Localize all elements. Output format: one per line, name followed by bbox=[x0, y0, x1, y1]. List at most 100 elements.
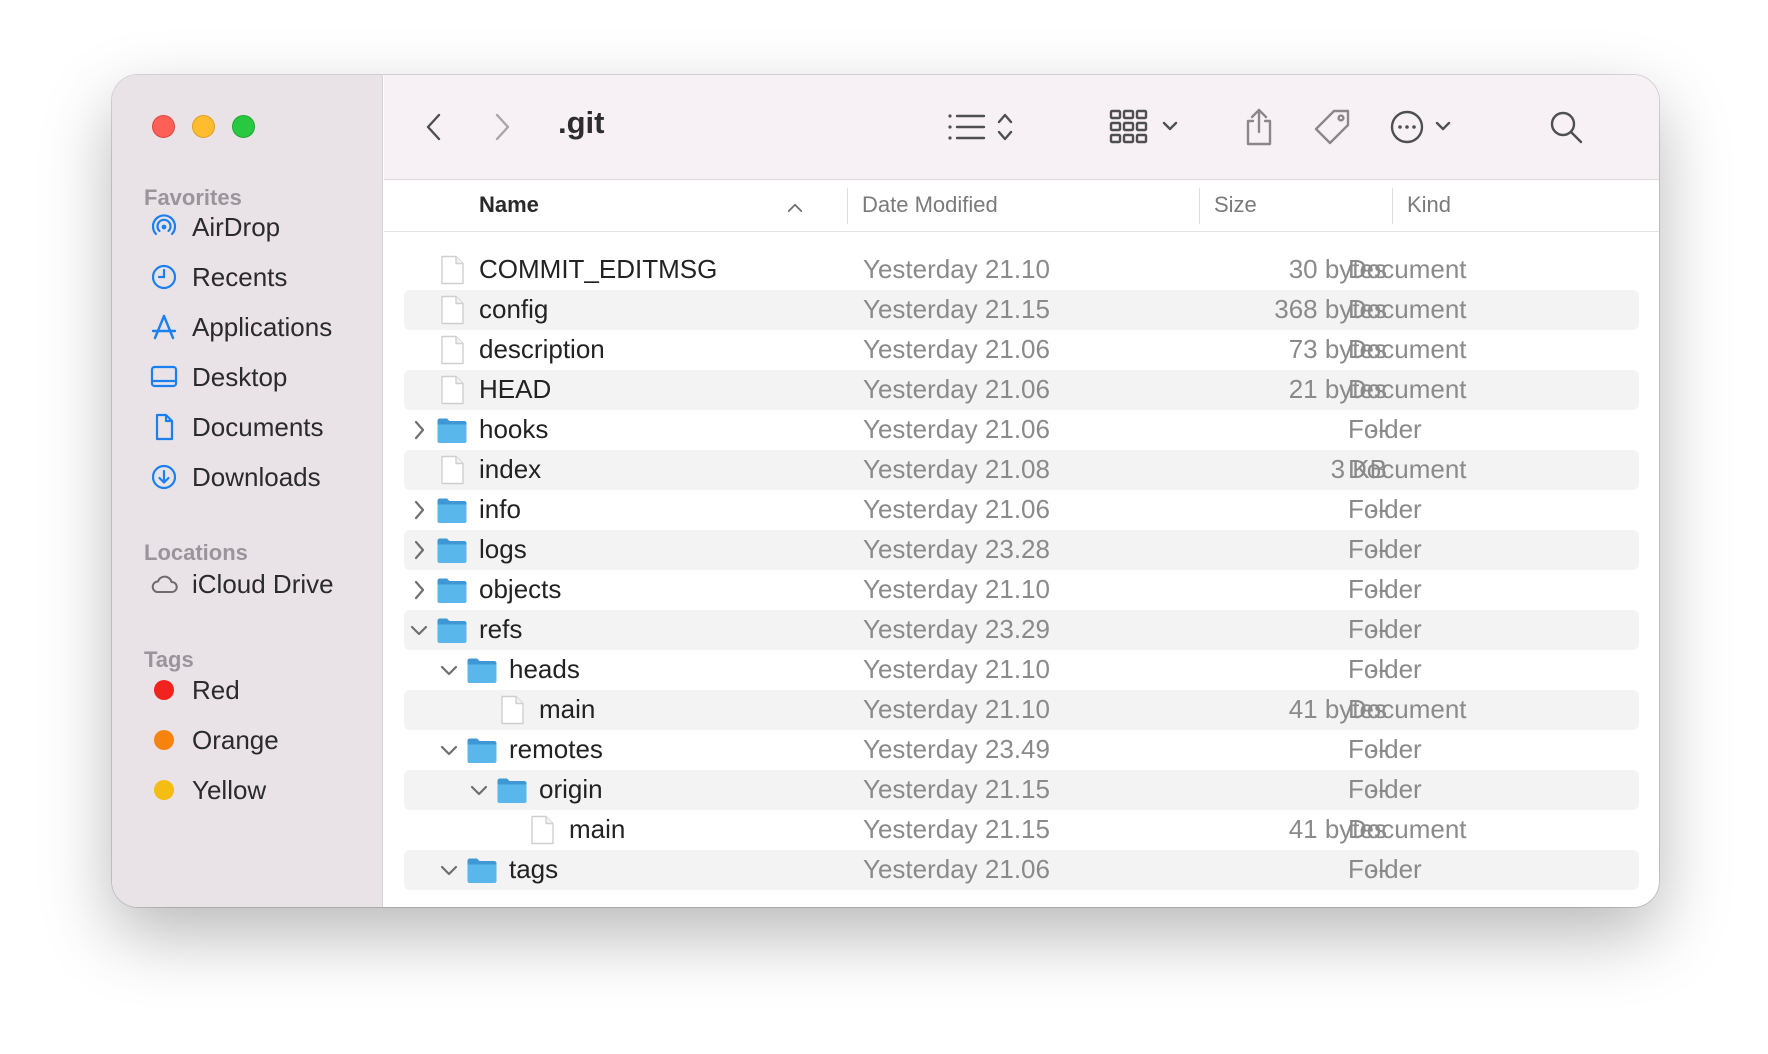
sidebar-item-applications[interactable]: Applications bbox=[148, 307, 332, 347]
cloud-icon bbox=[148, 568, 180, 600]
column-divider[interactable] bbox=[1199, 188, 1200, 224]
column-divider[interactable] bbox=[1392, 188, 1393, 224]
disclosure-expanded-icon[interactable] bbox=[469, 778, 489, 802]
finder-window: Favorites AirDrop Recents Applications D… bbox=[112, 75, 1659, 907]
sidebar-tag-orange[interactable]: Orange bbox=[148, 720, 279, 760]
folder-row[interactable]: remotes Yesterday 23.49 -- Folder bbox=[404, 730, 1639, 770]
sidebar-item-label: Red bbox=[192, 674, 240, 705]
folder-icon bbox=[436, 615, 468, 645]
file-name: objects bbox=[479, 574, 562, 604]
file-name: main bbox=[569, 814, 626, 844]
column-date-header[interactable]: Date Modified bbox=[862, 192, 998, 218]
folder-row[interactable]: heads Yesterday 21.10 -- Folder bbox=[404, 650, 1639, 690]
disclosure-expanded-icon[interactable] bbox=[409, 618, 429, 642]
file-icon bbox=[436, 295, 468, 325]
disclosure-collapsed-icon[interactable] bbox=[409, 498, 429, 522]
folder-row[interactable]: objects Yesterday 21.10 -- Folder bbox=[404, 570, 1639, 610]
ellipsis-circle-icon bbox=[1390, 110, 1451, 144]
date-modified: Yesterday 23.29 bbox=[863, 614, 1050, 644]
grid-icon bbox=[1109, 109, 1178, 144]
folder-row[interactable]: hooks Yesterday 21.06 -- Folder bbox=[404, 410, 1639, 450]
tag-button[interactable] bbox=[1310, 103, 1354, 151]
sidebar-item-label: Desktop bbox=[192, 361, 288, 392]
date-modified: Yesterday 23.28 bbox=[863, 534, 1050, 564]
window-title: .git bbox=[558, 105, 605, 140]
file-icon bbox=[496, 695, 528, 725]
file-row[interactable]: config Yesterday 21.15 368 bytes Document bbox=[404, 290, 1639, 330]
folder-row[interactable]: refs Yesterday 23.29 -- Folder bbox=[404, 610, 1639, 650]
sidebar-item-desktop[interactable]: Desktop bbox=[148, 357, 287, 397]
file-kind: Folder bbox=[1348, 614, 1422, 644]
file-name: logs bbox=[479, 534, 527, 564]
column-name-header[interactable]: Name bbox=[479, 192, 539, 218]
minimize-window-button[interactable] bbox=[192, 115, 215, 138]
file-list: Name Date Modified Size Kind COMMIT_EDIT… bbox=[384, 180, 1659, 907]
file-icon bbox=[436, 255, 468, 285]
file-kind: Folder bbox=[1348, 854, 1422, 884]
file-row[interactable]: description Yesterday 21.06 73 bytes Docume… bbox=[404, 330, 1639, 370]
column-size-header[interactable]: Size bbox=[1214, 192, 1257, 218]
disclosure-expanded-icon[interactable] bbox=[439, 658, 459, 682]
group-button[interactable] bbox=[1109, 103, 1189, 151]
close-window-button[interactable] bbox=[152, 115, 175, 138]
file-kind: Document bbox=[1348, 694, 1467, 724]
file-row[interactable]: main Yesterday 21.10 41 bytes Document bbox=[404, 690, 1639, 730]
sidebar-tag-red[interactable]: Red bbox=[148, 670, 240, 710]
file-name: tags bbox=[509, 854, 559, 884]
date-modified: Yesterday 21.10 bbox=[863, 574, 1050, 604]
sidebar-item-label: Downloads bbox=[192, 461, 321, 492]
file-kind: Folder bbox=[1348, 414, 1422, 444]
sidebar-item-downloads[interactable]: Downloads bbox=[148, 457, 321, 497]
folder-row[interactable]: logs Yesterday 23.28 -- Folder bbox=[404, 530, 1639, 570]
search-icon bbox=[1550, 111, 1583, 144]
date-modified: Yesterday 21.06 bbox=[863, 494, 1050, 524]
sidebar-item-airdrop[interactable]: AirDrop bbox=[148, 207, 280, 247]
column-kind-header[interactable]: Kind bbox=[1407, 192, 1451, 218]
zoom-window-button[interactable] bbox=[232, 115, 255, 138]
file-row[interactable]: HEAD Yesterday 21.06 21 bytes Document bbox=[404, 370, 1639, 410]
toolbar: .git bbox=[384, 75, 1659, 180]
file-name: index bbox=[479, 454, 542, 484]
search-button[interactable] bbox=[1544, 103, 1588, 151]
share-button[interactable] bbox=[1239, 103, 1279, 151]
folder-row[interactable]: origin Yesterday 21.15 -- Folder bbox=[404, 770, 1639, 810]
sidebar-item-documents[interactable]: Documents bbox=[148, 407, 324, 447]
date-modified: Yesterday 23.49 bbox=[863, 734, 1050, 764]
sidebar-item-recents[interactable]: Recents bbox=[148, 257, 287, 297]
file-row[interactable]: main Yesterday 21.15 41 bytes Document bbox=[404, 810, 1639, 850]
sidebar-tag-yellow[interactable]: Yellow bbox=[148, 770, 266, 810]
sidebar-item-label: Recents bbox=[192, 261, 288, 292]
disclosure-collapsed-icon[interactable] bbox=[409, 538, 429, 562]
disclosure-expanded-icon[interactable] bbox=[439, 858, 459, 882]
file-name: refs bbox=[479, 614, 523, 644]
chevron-right-icon bbox=[495, 113, 510, 141]
file-icon bbox=[436, 335, 468, 365]
disclosure-collapsed-icon[interactable] bbox=[409, 418, 429, 442]
folder-row[interactable]: tags Yesterday 21.06 -- Folder bbox=[404, 850, 1639, 890]
file-kind: Folder bbox=[1348, 774, 1422, 804]
sort-ascending-icon[interactable] bbox=[786, 202, 804, 213]
forward-button[interactable] bbox=[482, 103, 522, 151]
file-row[interactable]: COMMIT_EDITMSG Yesterday 21.10 30 bytes Doc… bbox=[404, 250, 1639, 290]
folder-row[interactable]: info Yesterday 21.06 -- Folder bbox=[404, 490, 1639, 530]
view-mode-button[interactable] bbox=[944, 103, 1024, 151]
sidebar-item-icloud-drive[interactable]: iCloud Drive bbox=[148, 564, 334, 604]
column-divider[interactable] bbox=[847, 188, 848, 224]
action-menu-button[interactable] bbox=[1389, 103, 1469, 151]
date-modified: Yesterday 21.06 bbox=[863, 854, 1050, 884]
file-name: hooks bbox=[479, 414, 549, 444]
date-modified: Yesterday 21.06 bbox=[863, 334, 1050, 364]
back-button[interactable] bbox=[414, 103, 454, 151]
file-kind: Folder bbox=[1348, 494, 1422, 524]
sidebar-item-label: Orange bbox=[192, 724, 279, 755]
file-row[interactable]: index Yesterday 21.08 3 KB Document bbox=[404, 450, 1639, 490]
file-icon bbox=[436, 375, 468, 405]
disclosure-collapsed-icon[interactable] bbox=[409, 578, 429, 602]
disclosure-expanded-icon[interactable] bbox=[439, 738, 459, 762]
chevron-left-icon bbox=[426, 113, 441, 141]
file-name: COMMIT_EDITMSG bbox=[479, 254, 718, 284]
desktop-icon bbox=[148, 361, 180, 393]
download-icon bbox=[148, 461, 180, 493]
sidebar-item-label: iCloud Drive bbox=[192, 568, 334, 599]
tag-icon bbox=[1314, 109, 1350, 145]
